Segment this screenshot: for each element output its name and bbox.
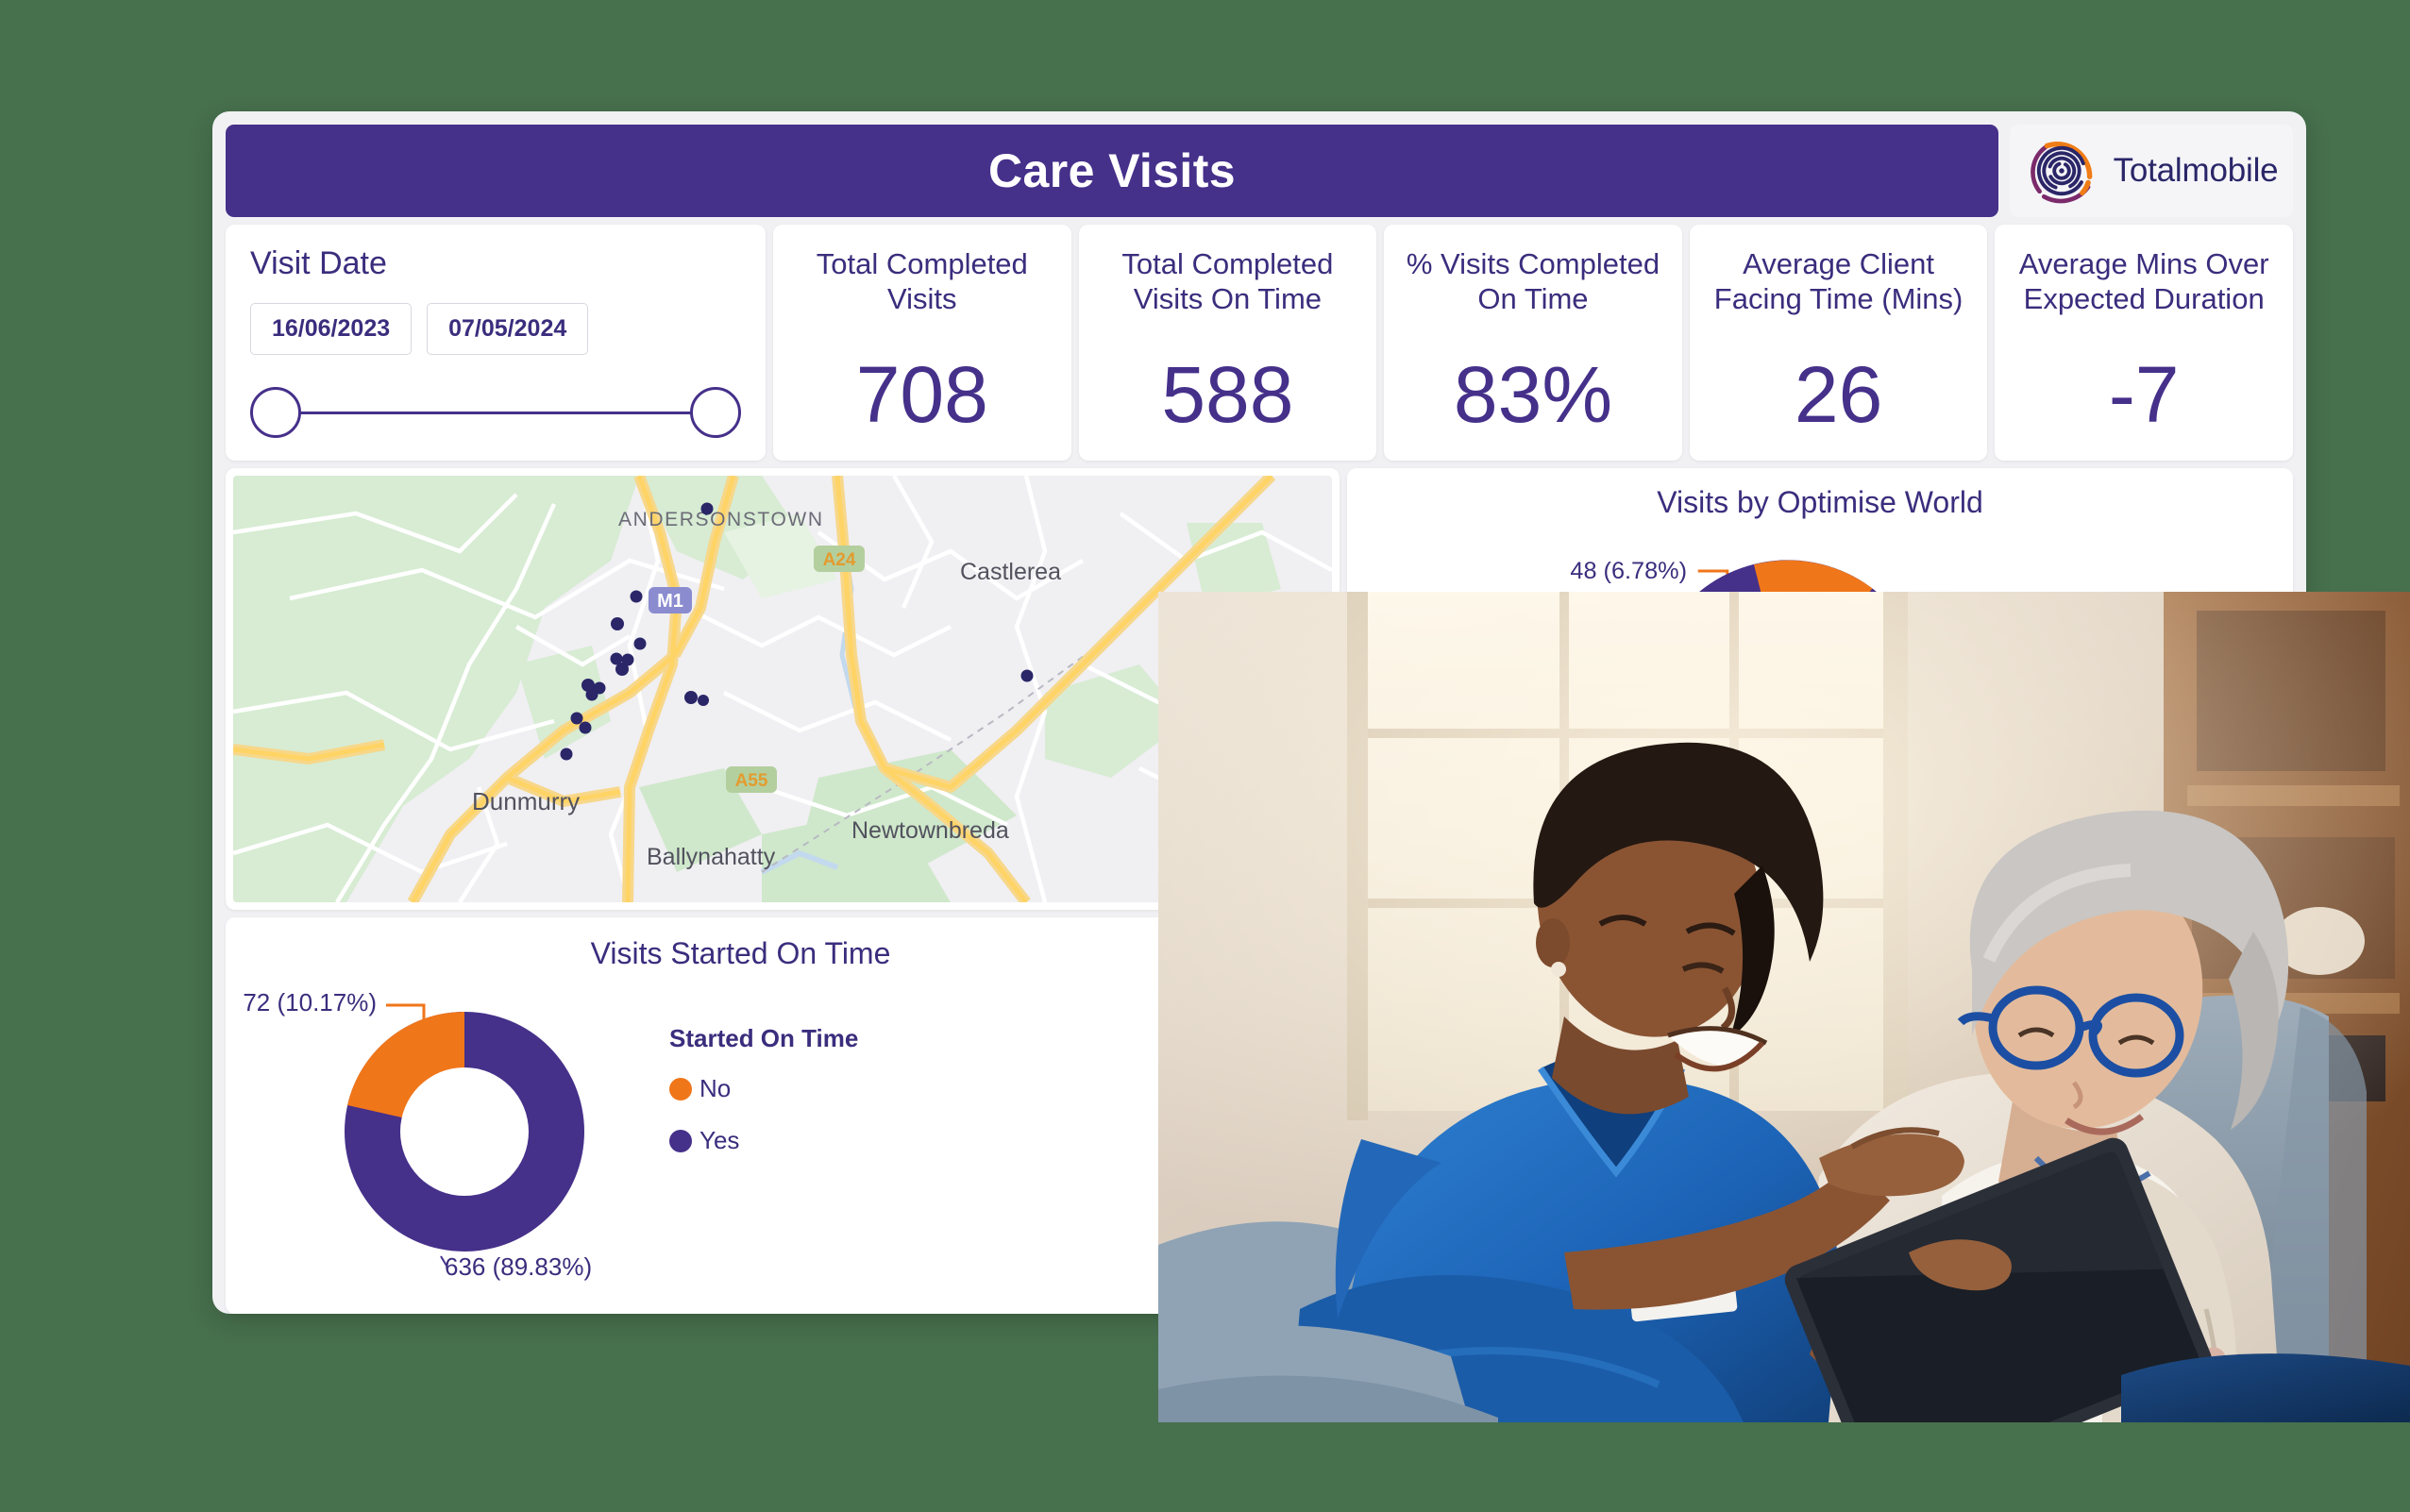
kpi-value: -7 (2108, 350, 2180, 439)
kpi-label: Total Completed Visits On Time (1121, 247, 1334, 315)
visit-date-filter[interactable]: Visit Date 16/06/2023 07/05/2024 (226, 225, 766, 461)
care-photo (1158, 592, 2410, 1422)
kpi-value: 708 (855, 350, 988, 439)
slider-handle-end[interactable] (690, 387, 741, 438)
dashboard-header: Care Visits Totalmobile (226, 125, 2293, 217)
kpi-average-mins-over-expected-duration: Average Mins Over Expected Duration -7 (1995, 225, 2293, 461)
legend-swatch-no (669, 1077, 692, 1100)
kpi-value: 26 (1794, 350, 1883, 439)
road-shield-m1: M1 (649, 587, 692, 613)
brand-name: Totalmobile (2113, 152, 2279, 189)
kpi-value: 83% (1453, 350, 1613, 439)
kpi-total-completed-visits-on-time: Total Completed Visits On Time 588 (1078, 225, 1377, 461)
callout-leader-line-no (386, 1003, 426, 1022)
legend-title: Started On Time (669, 1024, 859, 1052)
start-date-input[interactable]: 16/06/2023 (250, 303, 413, 355)
visits-started-on-time-card: Visits Started On Time 72 (10.17%) 636 (… (226, 917, 1256, 1314)
kpi-label: Average Mins Over Expected Duration (2018, 247, 2269, 315)
map-label-ballynahatty: Ballynahatty (647, 844, 776, 870)
legend-label-yes: Yes (699, 1126, 740, 1154)
care-photo-illustration (1158, 592, 2410, 1422)
date-range-slider[interactable] (250, 387, 741, 438)
kpi-percent-visits-completed-on-time: % Visits Completed On Time 83% (1384, 225, 1682, 461)
chart-title: Visits by Optimise World (1657, 485, 1983, 519)
visits-started-on-time-donut[interactable]: 72 (10.17%) 636 (89.83%) (235, 971, 669, 1283)
legend-item-no[interactable]: No (669, 1074, 858, 1103)
donut-legend: Started On Time No Yes (669, 971, 858, 1283)
totalmobile-spiral-icon (2025, 134, 2098, 208)
svg-text:M1: M1 (657, 591, 683, 612)
donut-label-yes: 636 (89.83%) (445, 1252, 592, 1281)
legend-item-yes[interactable]: Yes (669, 1126, 858, 1155)
donut-label-no: 72 (10.17%) (243, 988, 377, 1016)
kpi-strip: Visit Date 16/06/2023 07/05/2024 Total C… (226, 225, 2293, 461)
svg-text:A24: A24 (823, 550, 856, 570)
kpi-average-client-facing-time: Average Client Facing Time (Mins) 26 (1689, 225, 1988, 461)
page-title: Care Visits (988, 144, 1236, 197)
brand-logo: Totalmobile (2010, 125, 2293, 217)
map-label-dunmurry: Dunmurry (472, 787, 580, 815)
kpi-value: 588 (1161, 350, 1294, 439)
chart-title: Visits Started On Time (590, 936, 891, 970)
end-date-input[interactable]: 07/05/2024 (427, 303, 589, 355)
svg-text:A55: A55 (735, 771, 768, 791)
kpi-label: Average Client Facing Time (Mins) (1713, 247, 1963, 315)
slider-track (277, 412, 715, 414)
pie-slice-label-no: 48 (6.78%) (1570, 558, 1687, 584)
kpi-total-completed-visits: Total Completed Visits 708 (773, 225, 1071, 461)
date-range-inputs: 16/06/2023 07/05/2024 (250, 303, 741, 355)
kpi-label: % Visits Completed On Time (1406, 247, 1660, 315)
kpi-label: Total Completed Visits (816, 247, 1028, 315)
title-bar: Care Visits (226, 125, 1998, 217)
map-label-andersonstown: ANDERSONSTOWN (618, 509, 824, 530)
filter-title: Visit Date (250, 245, 387, 281)
map-label-newtownbreda: Newtownbreda (851, 817, 1009, 844)
slider-handle-start[interactable] (250, 387, 301, 438)
legend-swatch-yes (669, 1129, 692, 1152)
donut-hole (400, 1067, 529, 1196)
map-label-castlerea: Castlerea (960, 559, 1061, 585)
road-shield-a24: A24 (814, 546, 865, 572)
legend-label-no: No (699, 1074, 732, 1102)
road-shield-a55: A55 (726, 766, 777, 793)
